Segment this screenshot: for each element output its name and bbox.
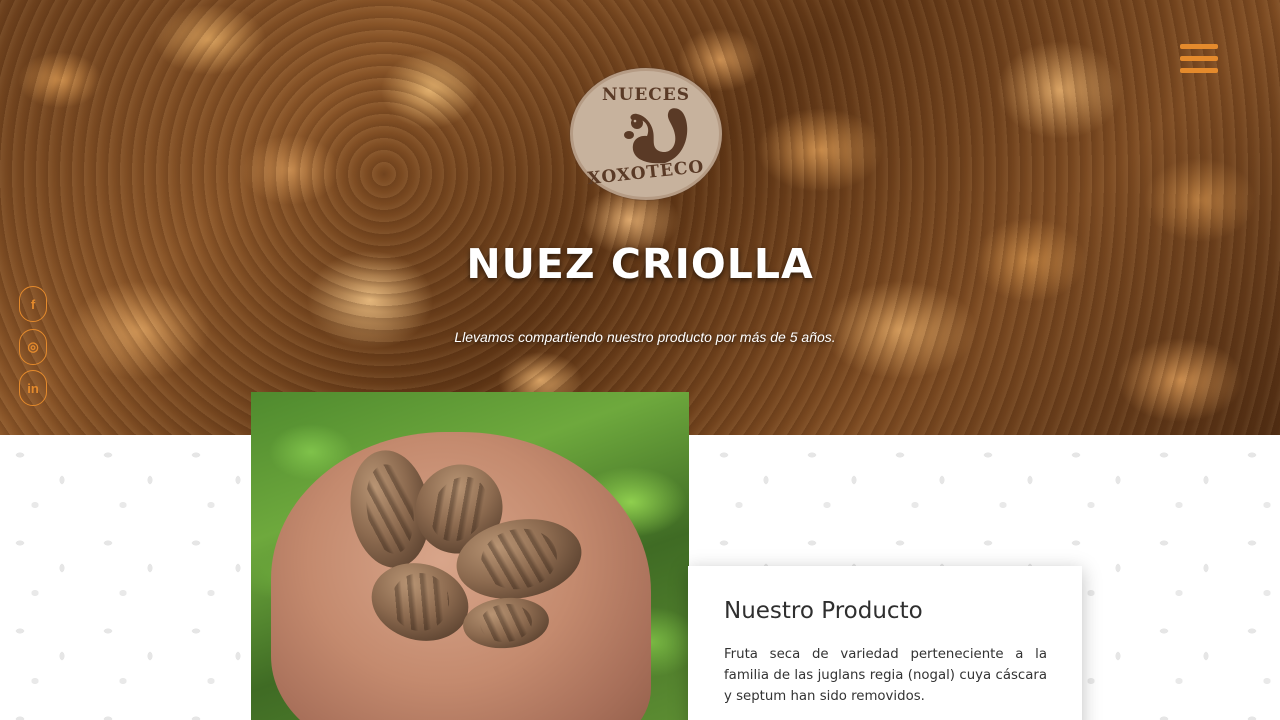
menu-bar [1180, 56, 1218, 61]
hero-section [0, 0, 1280, 435]
hero-subtitle: Llevamos compartiendo nuestro producto p… [454, 329, 836, 345]
product-description: Fruta seca de variedad perteneciente a l… [724, 647, 1047, 704]
facebook-icon[interactable]: f [19, 286, 47, 322]
page-title: NUEZ CRIOLLA [466, 240, 814, 288]
linkedin-icon[interactable]: in [19, 370, 47, 406]
logo-top-text: NUECES [601, 85, 691, 105]
instagram-icon[interactable]: ◎ [19, 329, 47, 365]
menu-bar [1180, 68, 1218, 73]
menu-bar [1180, 44, 1218, 49]
squirrel-icon [624, 108, 688, 164]
hamburger-menu-icon[interactable] [1180, 44, 1218, 80]
product-image [251, 392, 689, 720]
brand-logo[interactable]: NUECES XOXOTECO [570, 68, 722, 200]
product-heading: Nuestro Producto [724, 598, 923, 624]
product-card: Nuestro Producto Fruta seca de variedad … [688, 566, 1082, 720]
